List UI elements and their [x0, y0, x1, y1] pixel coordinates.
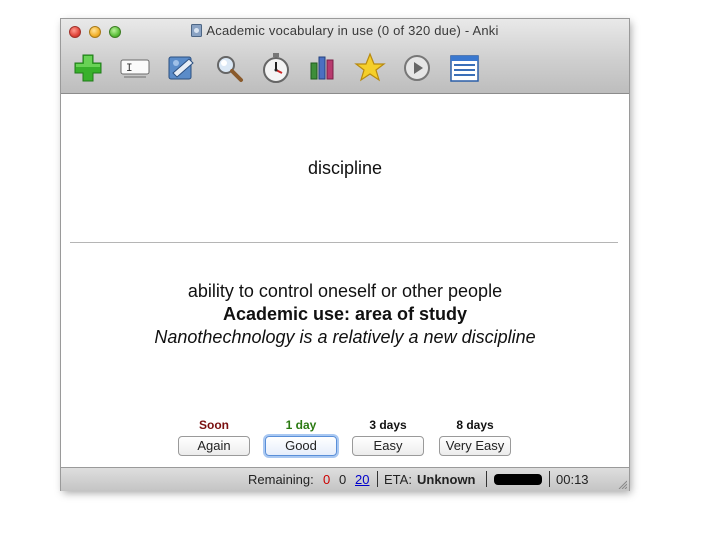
- answer-academic-use: Academic use: area of study: [222, 304, 468, 324]
- remaining-review-count: 0: [339, 472, 347, 487]
- status-bar: Remaining: 0 0 20 ETA: Unknown 00:13: [61, 467, 629, 491]
- answer-definition: ability to control oneself or other peop…: [187, 281, 503, 301]
- interval-again: Soon: [199, 418, 229, 432]
- easy-button[interactable]: Easy: [352, 436, 424, 456]
- search-icon[interactable]: [212, 51, 246, 85]
- interval-good: 1 day: [285, 418, 317, 432]
- resize-grip-icon[interactable]: [617, 479, 627, 489]
- edit-field-glyph: I: [126, 63, 133, 75]
- remaining-new-count[interactable]: 20: [355, 472, 369, 487]
- question-answer-divider: [70, 242, 618, 243]
- progress-bar: [494, 474, 542, 485]
- window-title-wrap: Academic vocabulary in use (0 of 320 due…: [61, 23, 629, 38]
- interval-easy: 3 days: [369, 418, 407, 432]
- play-icon[interactable]: [400, 51, 434, 85]
- anki-window: Academic vocabulary in use (0 of 320 due…: [61, 19, 629, 491]
- eta-label: ETA:: [384, 472, 412, 487]
- status-separator: [377, 471, 378, 487]
- card-view: discipline ability to control oneself or…: [61, 94, 629, 467]
- eta-value: Unknown: [417, 472, 476, 487]
- interval-very-easy: 8 days: [456, 418, 494, 432]
- again-button[interactable]: Again: [178, 436, 250, 456]
- very-easy-button[interactable]: Very Easy: [439, 436, 511, 456]
- edit-field-icon[interactable]: I: [118, 51, 152, 85]
- star-icon[interactable]: [353, 51, 387, 85]
- window-title: Academic vocabulary in use (0 of 320 due…: [206, 23, 499, 38]
- remaining-label: Remaining:: [248, 472, 314, 487]
- title-bar: Academic vocabulary in use (0 of 320 due…: [61, 19, 629, 94]
- card-question: discipline: [307, 158, 383, 178]
- elapsed-time: 00:13: [556, 472, 589, 487]
- status-separator: [486, 471, 487, 487]
- answer-example: Nanothechnology is a relatively a new di…: [154, 327, 536, 347]
- document-icon: [191, 24, 203, 37]
- list-icon[interactable]: [447, 51, 481, 85]
- status-separator: [549, 471, 550, 487]
- add-icon[interactable]: [71, 51, 105, 85]
- remaining-failed-count: 0: [323, 472, 331, 487]
- timer-icon[interactable]: [259, 51, 293, 85]
- deck-browser-icon[interactable]: [165, 51, 199, 85]
- good-button[interactable]: Good: [265, 436, 337, 456]
- statistics-icon[interactable]: [306, 51, 340, 85]
